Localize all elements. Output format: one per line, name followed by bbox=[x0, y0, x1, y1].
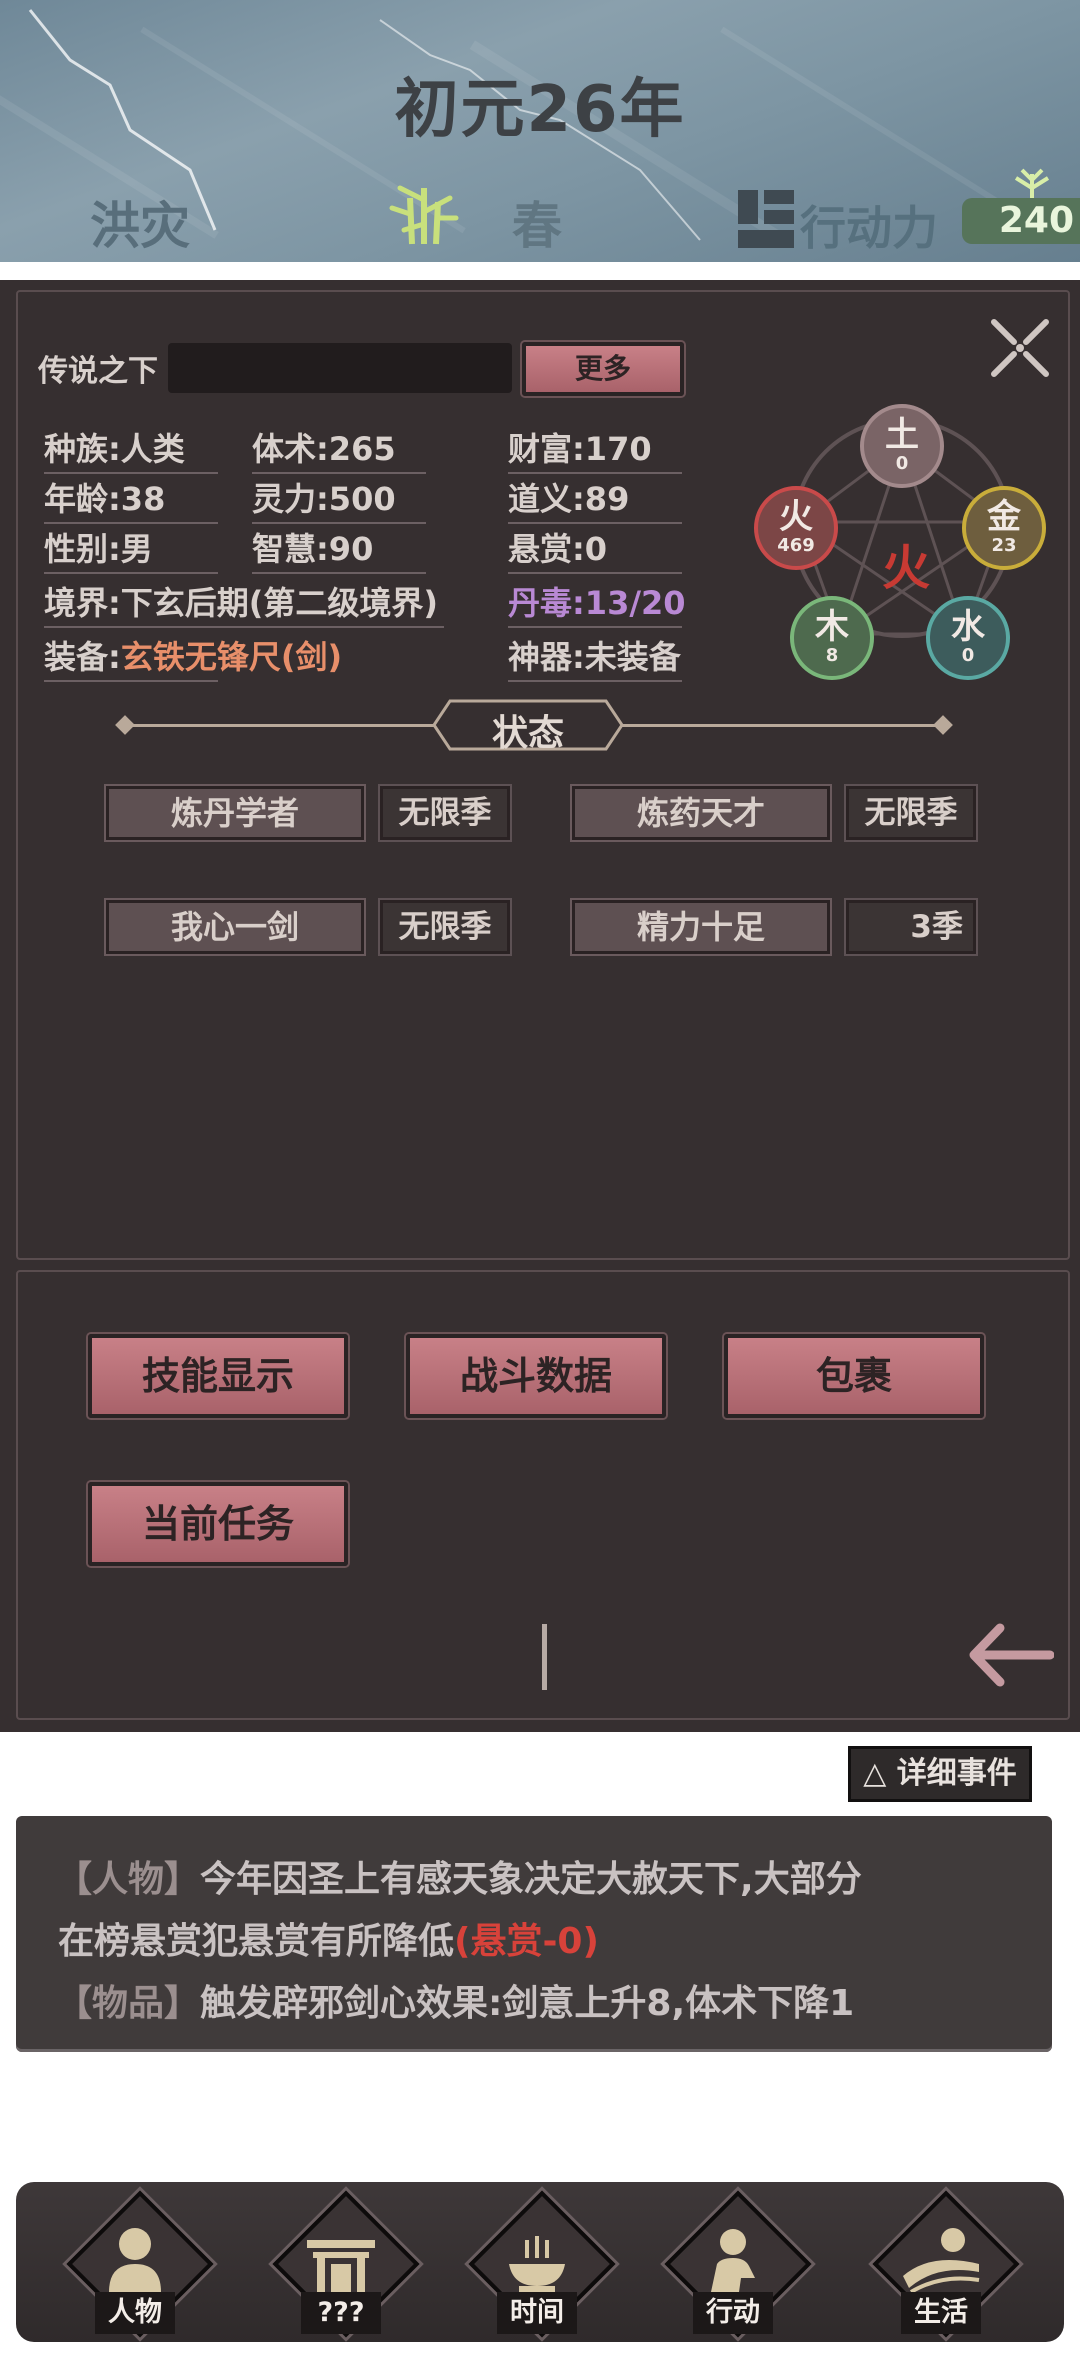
back-arrow-icon[interactable] bbox=[966, 1622, 1054, 1688]
equipment-value[interactable]: 玄铁无锋尺(剑) bbox=[121, 638, 342, 676]
nav-character[interactable]: 人物 bbox=[60, 2190, 214, 2350]
stat-spirit: 灵力:500 bbox=[252, 474, 426, 524]
element-metal[interactable]: 金 23 bbox=[962, 486, 1046, 570]
player-name-field bbox=[168, 343, 512, 393]
shrine-icon bbox=[307, 2240, 375, 2292]
status-heading: 状态 bbox=[491, 713, 564, 754]
incense-burner-icon bbox=[509, 2236, 565, 2292]
battle-data-button[interactable]: 战斗数据 bbox=[406, 1334, 666, 1418]
status-duration: 3季 bbox=[846, 900, 976, 954]
status-tag[interactable]: 炼药天才 bbox=[572, 786, 830, 840]
player-title: 传说之下 bbox=[38, 354, 158, 389]
stat-realm: 境界:下玄后期(第二级境界) bbox=[44, 578, 444, 628]
stat-gender: 性别:男 bbox=[44, 524, 218, 574]
stat-race: 种族:人类 bbox=[44, 424, 218, 474]
status-tag[interactable]: 炼丹学者 bbox=[106, 786, 364, 840]
current-quest-button[interactable]: 当前任务 bbox=[88, 1482, 348, 1566]
event-line: 【物品】触发辟邪剑心效果:剑意上升8,体术下降1 bbox=[56, 1983, 855, 2024]
equipment-prefix: 装备: bbox=[44, 638, 121, 676]
status-duration: 无限季 bbox=[380, 900, 510, 954]
bamboo-icon bbox=[389, 185, 459, 245]
stat-body: 体术:265 bbox=[252, 424, 426, 474]
stat-artifact: 神器:未装备 bbox=[508, 632, 682, 682]
person-icon bbox=[109, 2228, 161, 2292]
nav-life[interactable]: 生活 bbox=[866, 2190, 1020, 2350]
stat-pill-poison: 丹毒:13/20 bbox=[508, 578, 686, 628]
event-line: 【人物】今年因圣上有感天象决定大赦天下,大部分 bbox=[56, 1859, 862, 1900]
action-points-label: 行动力 bbox=[800, 201, 938, 255]
stat-age: 年龄:38 bbox=[44, 474, 218, 524]
event-line: 在榜悬赏犯悬赏有所降低(悬赏-0) bbox=[58, 1921, 599, 1962]
element-fire[interactable]: 火 469 bbox=[754, 486, 838, 570]
dominant-element: 火 bbox=[881, 540, 930, 596]
stat-righteousness: 道义:89 bbox=[508, 474, 682, 524]
status-tag[interactable]: 我心一剑 bbox=[106, 900, 364, 954]
action-points-value: 240 bbox=[998, 200, 1074, 241]
landscape-icon bbox=[903, 2228, 980, 2294]
stat-bounty: 悬赏:0 bbox=[508, 524, 682, 574]
stat-wealth: 财富:170 bbox=[508, 424, 682, 474]
more-button[interactable]: 更多 bbox=[522, 342, 684, 396]
element-earth[interactable]: 土0 bbox=[860, 404, 944, 488]
close-icon[interactable] bbox=[988, 316, 1052, 380]
nav-action[interactable]: 行动 bbox=[658, 2190, 812, 2350]
element-water[interactable]: 水0 bbox=[926, 596, 1010, 680]
status-duration: 无限季 bbox=[380, 786, 510, 840]
status-tag[interactable]: 精力十足 bbox=[572, 900, 830, 954]
disaster-label: 洪灾 bbox=[90, 197, 190, 255]
action-person-icon bbox=[711, 2229, 755, 2292]
detailed-events-toggle[interactable]: △ 详细事件 bbox=[848, 1746, 1032, 1802]
season-label: 春 bbox=[512, 197, 562, 255]
status-duration: 无限季 bbox=[846, 786, 976, 840]
element-wood[interactable]: 木8 bbox=[790, 596, 874, 680]
skills-button[interactable]: 技能显示 bbox=[88, 1334, 348, 1418]
year-title: 初元26年 bbox=[394, 73, 686, 147]
stat-wisdom: 智慧:90 bbox=[252, 524, 426, 574]
text-cursor bbox=[542, 1624, 547, 1690]
inventory-button[interactable]: 包裹 bbox=[724, 1334, 984, 1418]
sprout-icon bbox=[1014, 168, 1050, 198]
nav-unknown[interactable]: ??? bbox=[266, 2190, 420, 2350]
action-glyph-icon bbox=[738, 190, 794, 248]
stat-equipment: 装备:玄铁无锋尺(剑) bbox=[44, 632, 342, 682]
nav-time[interactable]: 时间 bbox=[462, 2190, 616, 2350]
